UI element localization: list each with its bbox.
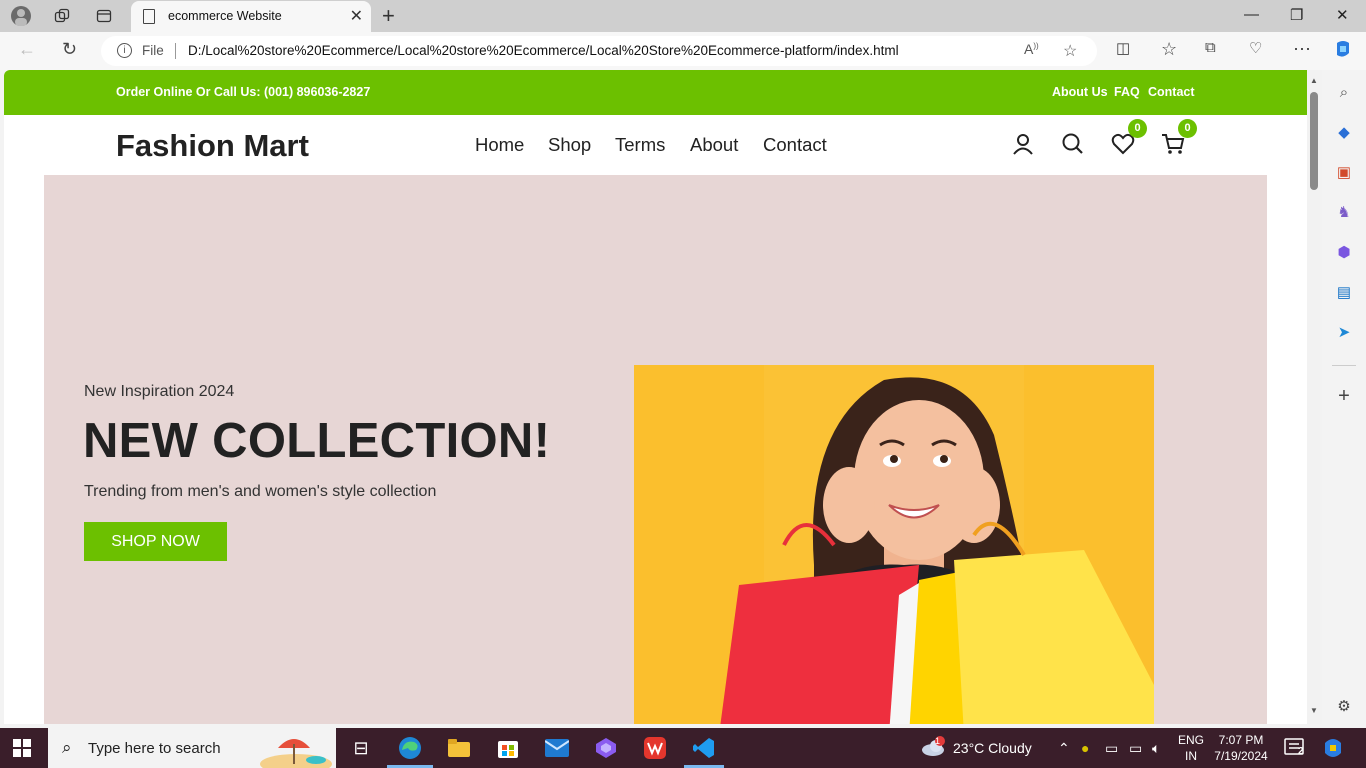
address-separator (175, 43, 176, 59)
games-icon[interactable]: ♞ (1334, 202, 1354, 222)
weather-cloud-icon[interactable] (921, 736, 947, 761)
window-close-icon[interactable]: ✕ (1336, 6, 1349, 24)
wishlist-count-badge: 0 (1128, 119, 1147, 138)
close-tab-icon[interactable]: ✕ (350, 6, 363, 26)
file-explorer-icon[interactable] (446, 736, 472, 760)
new-tab-icon[interactable]: + (382, 3, 395, 29)
microsoft-365-icon[interactable]: ⬢ (1334, 242, 1354, 262)
search-highlight-beach-icon (260, 739, 332, 768)
copilot-icon[interactable] (1333, 39, 1353, 64)
show-hidden-icons-chevron-icon[interactable]: ⌃ (1058, 740, 1070, 757)
add-sidebar-app-icon[interactable]: + (1334, 385, 1354, 407)
scroll-down-arrow-icon[interactable]: ▼ (1310, 706, 1318, 715)
clock-time: 7:07 PM (1218, 733, 1264, 747)
language-indicator[interactable]: ENG IN (1176, 732, 1206, 764)
site-logo[interactable]: Fashion Mart (116, 128, 309, 164)
sidebar-search-icon[interactable]: ⌕ (1334, 82, 1354, 102)
refresh-icon[interactable]: ↻ (62, 39, 77, 60)
windows-start-icon[interactable] (13, 739, 31, 757)
hero-kicker: New Inspiration 2024 (84, 383, 235, 400)
profile-avatar-icon[interactable] (9, 4, 33, 28)
account-icon[interactable] (1010, 131, 1036, 157)
hero-model-photo (634, 365, 1154, 724)
nav-home[interactable]: Home (475, 134, 524, 156)
copilot-taskbar-icon[interactable] (593, 736, 619, 760)
nav-contact[interactable]: Contact (763, 134, 827, 156)
page-favicon-icon (143, 9, 155, 24)
topbar-link-faq[interactable]: FAQ (1114, 85, 1140, 99)
page-scrollbar[interactable]: ▲ ▼ (1307, 70, 1322, 724)
read-aloud-icon[interactable]: A)) (1024, 41, 1039, 57)
sidebar-settings-gear-icon[interactable]: ⚙ (1334, 696, 1354, 716)
region-code: IN (1185, 749, 1197, 763)
taskbar-search-placeholder: Type here to search (88, 740, 221, 757)
workspaces-icon[interactable] (50, 4, 74, 28)
browser-essentials-icon[interactable]: ♡ (1249, 39, 1262, 57)
windows-taskbar: ⌕ Type here to search ⊟ 1 23°C Cloudy ⌃ … (0, 728, 1366, 768)
tab-title: ecommerce Website (168, 9, 282, 23)
promo-topbar: Order Online Or Call Us: (001) 896036-28… (4, 70, 1307, 115)
page-viewport: Order Online Or Call Us: (001) 896036-28… (4, 70, 1307, 724)
shopping-tag-icon[interactable]: ◆ (1334, 122, 1354, 142)
weather-text[interactable]: 23°C Cloudy (953, 740, 1032, 756)
browser-tab-strip: ecommerce Website ✕ + — ❐ ✕ (0, 0, 1366, 32)
clock-date: 7/19/2024 (1214, 749, 1268, 763)
weather-alert-badge: 1 (935, 736, 941, 746)
search-icon[interactable] (1060, 131, 1086, 157)
taskbar-clock[interactable]: 7:07 PM 7/19/2024 (1213, 732, 1269, 764)
taskbar-search-icon: ⌕ (62, 738, 72, 757)
cart-count-badge: 0 (1178, 119, 1197, 138)
hero-subtitle: Trending from men's and women's style co… (84, 483, 437, 500)
favorites-icon[interactable]: ☆ (1161, 39, 1177, 60)
nav-terms[interactable]: Terms (615, 134, 665, 156)
vertical-tabs-icon[interactable] (92, 4, 116, 28)
restore-icon[interactable]: ❐ (1290, 6, 1303, 24)
browser-toolbar: ← ↻ i File D:/Local%20store%20Ecommerce/… (0, 32, 1366, 70)
hero-banner: New Inspiration 2024 NEW COLLECTION! Tre… (44, 175, 1267, 724)
site-header: Fashion Mart Home Shop Terms About Conta… (4, 115, 1307, 175)
topbar-link-contact[interactable]: Contact (1148, 85, 1195, 99)
topbar-link-about-us[interactable]: About Us (1052, 85, 1108, 99)
microsoft-store-icon[interactable] (495, 736, 521, 760)
info-icon[interactable]: i (117, 43, 132, 58)
volume-icon[interactable]: 🔈︎ (1152, 740, 1160, 757)
nav-shop[interactable]: Shop (548, 134, 591, 156)
active-tab[interactable]: ecommerce Website ✕ (131, 1, 371, 32)
wps-office-icon[interactable] (642, 736, 668, 760)
vscode-icon[interactable] (691, 736, 717, 760)
hero-headline: NEW COLLECTION! (83, 414, 551, 468)
topbar-contact-text: Order Online Or Call Us: (001) 896036-28… (116, 85, 371, 99)
tray-app-icon[interactable]: ● (1081, 740, 1089, 756)
meet-now-icon[interactable]: ▭ (1105, 740, 1118, 757)
nav-about[interactable]: About (690, 134, 738, 156)
browser-sidebar: ⌕ ◆ ▣ ♞ ⬢ ▤ ➤ + ⚙ (1322, 70, 1366, 728)
copilot-tray-icon[interactable] (1322, 737, 1344, 764)
language-code: ENG (1177, 733, 1204, 747)
minimize-icon[interactable]: — (1244, 6, 1259, 23)
outlook-icon[interactable]: ▤ (1334, 282, 1354, 302)
send-icon[interactable]: ➤ (1334, 322, 1354, 342)
url-text[interactable]: D:/Local%20store%20Ecommerce/Local%20sto… (188, 43, 899, 58)
settings-more-icon[interactable]: ⋯ (1293, 39, 1311, 60)
shop-now-button[interactable]: SHOP NOW (84, 522, 227, 561)
edge-taskbar-icon[interactable] (397, 736, 423, 760)
scrollbar-thumb[interactable] (1310, 92, 1318, 190)
taskbar-search-box[interactable]: ⌕ Type here to search (48, 728, 336, 768)
collections-icon[interactable]: ⧉ (1205, 39, 1216, 56)
address-scheme-label: File (142, 43, 164, 58)
sidebar-divider (1332, 365, 1356, 366)
task-view-icon[interactable]: ⊟ (348, 736, 374, 760)
scroll-up-arrow-icon[interactable]: ▲ (1310, 76, 1318, 85)
back-icon[interactable]: ← (18, 39, 36, 60)
split-screen-icon[interactable]: ◫ (1116, 39, 1130, 57)
tools-briefcase-icon[interactable]: ▣ (1334, 162, 1354, 182)
notification-count: 2 (1298, 746, 1304, 757)
favorite-star-icon[interactable]: ☆ (1063, 41, 1077, 61)
address-bar[interactable]: i File D:/Local%20store%20Ecommerce/Loca… (101, 36, 1097, 66)
battery-icon[interactable]: ▭ (1129, 740, 1142, 757)
mail-icon[interactable] (544, 736, 570, 760)
